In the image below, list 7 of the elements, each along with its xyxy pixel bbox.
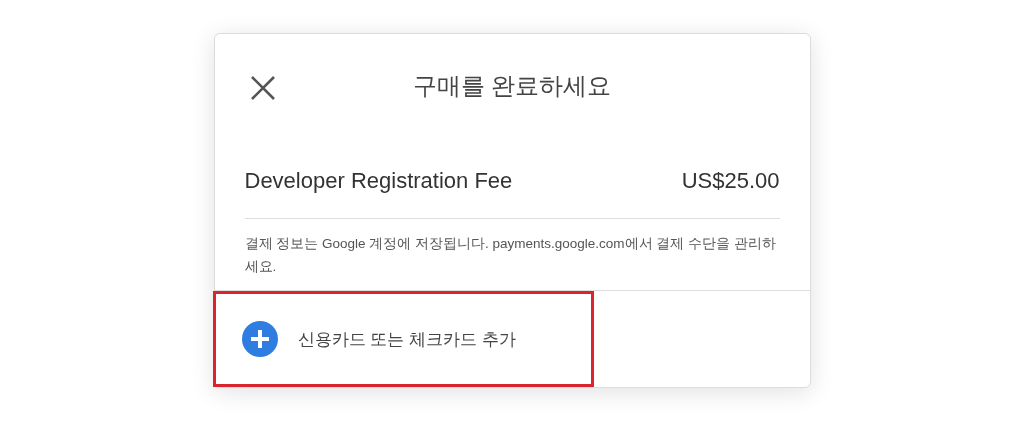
close-icon[interactable] — [248, 74, 277, 102]
item-name: Developer Registration Fee — [244, 168, 513, 194]
dialog-title: 구매를 완료하세요 — [411, 71, 613, 101]
item-price: US$25.00 — [681, 168, 780, 194]
plus-icon — [241, 321, 278, 357]
notice-text: 결제 정보는 Google 계정에 저장됩니다. payments.google.com에서 결제 수단을 관리하세요. — [244, 236, 776, 274]
add-card-button[interactable]: 신용카드 또는 체크카드 추가 — [212, 291, 594, 387]
